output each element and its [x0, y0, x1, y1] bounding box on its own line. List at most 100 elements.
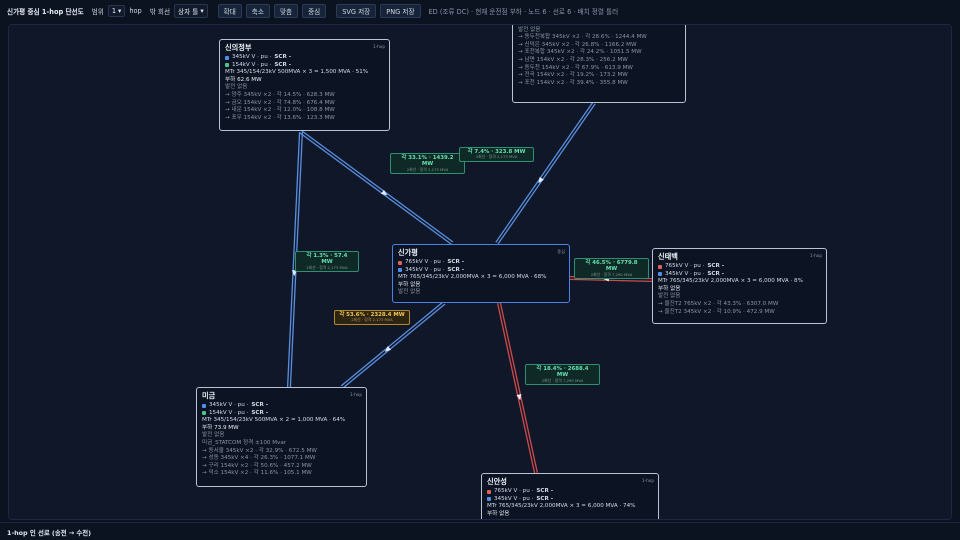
node-generation: 발전 없음 [225, 84, 248, 91]
voltage-swatch [658, 272, 662, 277]
voltage-swatch [202, 411, 206, 416]
edge-label-sintaebaek-center[interactable]: 각 46.5% · 6779.8 MW 2회선 · 정격 7,290 MVA [574, 258, 649, 280]
bus-scr: SCR - [274, 61, 292, 68]
edge-line-e-sintaebaek-center [569, 278, 652, 283]
node-name: 신가평 [398, 248, 418, 257]
node-name: 신의정부 [225, 43, 252, 52]
edge-label-migeum-center[interactable]: 각 53.6% · 2328.4 MW 2회선 · 정격 2,173 MVA [334, 310, 410, 325]
voltage-swatch [398, 268, 402, 273]
node-top-substation[interactable]: 부하 34.5 MW발전 없음→ 동두천복합 345kV ×2 · 각 28.6… [512, 25, 686, 103]
node-name: 신태백 [658, 252, 678, 261]
voltage-swatch [225, 63, 229, 68]
node-line-item: → 양주 345kV ×2 · 각 14.5% · 628.3 MW [225, 91, 335, 98]
chevron-down-icon: ▾ [200, 7, 204, 15]
voltage-swatch [487, 497, 491, 502]
node-bus-row: 765kV V · pu · SCR - [398, 259, 564, 267]
chevron-down-icon: ▾ [118, 7, 122, 15]
node-line-item: → 내운 154kV ×2 · 각 12.0% · 108.8 MW [225, 107, 335, 114]
edge-rating: 2회선 · 정격 7,290 MVA [541, 377, 584, 383]
node-load: 부하 없음 [398, 281, 421, 288]
node-line-item: → 울진T2 345kV ×2 · 각 10.9% · 472.9 MW [658, 308, 775, 315]
node-bus-row: 345kV V · pu · SCR - [225, 54, 384, 62]
page-title: 신가평 중심 1-hop 단선도 [7, 8, 84, 16]
node-line-item: → 포천 154kV ×2 · 각 39.4% · 355.8 MW [518, 79, 628, 86]
node-load: 부하 없음 [487, 510, 510, 517]
node-hop-badge: 1-hop [641, 478, 654, 483]
mode-select[interactable]: 상자 틀 ▾ [174, 4, 208, 18]
node-migeum[interactable]: 1-hop 미금 345kV V · pu · SCR -154kV V · pu … [196, 387, 367, 487]
bus-scr: SCR - [447, 259, 465, 265]
save-png-button[interactable]: PNG 저장 [380, 4, 421, 18]
node-line-item: → 성동 345kV ×4 · 각 26.3% · 1077.1 MW [202, 455, 316, 462]
node-hop-badge: 중심 [557, 249, 565, 254]
fit-button[interactable]: 맞춤 [273, 4, 299, 18]
save-svg-button[interactable]: SVG 저장 [336, 4, 377, 18]
bus-voltage: 765kV V · pu · [405, 259, 445, 265]
bus-voltage: 765kV V · pu · [494, 488, 534, 494]
bus-voltage: 345kV V · pu · [209, 402, 249, 408]
node-line-item: → 전곡 154kV ×2 · 각 19.2% · 173.2 MW [518, 72, 628, 79]
node-generation: 발전 없음 [658, 293, 681, 300]
edge-line-e-top-center [497, 103, 596, 245]
node-bus-row: 154kV V · pu · SCR - [225, 62, 384, 70]
node-transformer: MTr 345/154/23kV 500MVA × 3 = 1,500 MVA … [225, 69, 369, 76]
node-load: 부하 73.9 MW [202, 424, 239, 431]
node-load: 부하 없음 [658, 285, 681, 292]
diagram-canvas[interactable]: 1-hop 신의정부 345kV V · pu · SCR -154kV V · p… [8, 24, 952, 520]
edge-label-sinuijeongbu-migeum[interactable]: 각 1.3% · 57.4 MW 2회선 · 정격 2,173 MVA [295, 251, 359, 273]
edge-rating: 2회선 · 정격 2,173 MVA [475, 154, 518, 160]
node-hop-badge: 1-hop [372, 44, 385, 49]
node-line-item: → 남면 154kV ×2 · 각 28.3% · 256.2 MW [518, 56, 628, 63]
zoom-out-button[interactable]: 축소 [245, 4, 270, 18]
center-button[interactable]: 중심 [302, 4, 327, 18]
node-line-item: → 포우 154kV ×2 · 각 13.6% · 123.3 MW [225, 114, 335, 121]
node-bus-row: 345kV V · pu · SCR - [487, 496, 653, 504]
zoom-in-button[interactable]: 확대 [217, 4, 242, 18]
edge-flow-value: 각 46.5% · 6779.8 MW [585, 260, 638, 273]
edge-label-sinuijeongbu-center[interactable]: 각 33.1% · 1439.2 MW 2회선 · 정격 2,173 MVA [390, 153, 465, 175]
node-bus-row: 345kV V · pu · SCR - [658, 271, 821, 279]
bus-scr: SCR - [536, 495, 554, 502]
edge-label-top-center[interactable]: 각 7.4% · 323.8 MW 2회선 · 정격 2,173 MVA [459, 147, 534, 162]
edge-line-e-sinuijeongbu-center [301, 130, 454, 243]
edge-rating: 2회선 · 정격 2,173 MVA [306, 264, 348, 270]
bus-voltage: 154kV V · pu · [209, 409, 249, 416]
bus-voltage: 345kV V · pu · [665, 270, 705, 277]
edge-line-e-top-center [495, 101, 594, 243]
voltage-swatch [202, 403, 206, 408]
bus-scr: SCR - [251, 402, 269, 408]
node-statcom: 미금_STATCOM 정격 ±100 Mvar [202, 439, 287, 446]
bus-voltage: 345kV V · pu · [232, 54, 272, 60]
node-sinuijeongbu[interactable]: 1-hop 신의정부 345kV V · pu · SCR -154kV V · p… [219, 39, 390, 131]
range-label: 범위 [91, 8, 104, 16]
bus-scr: SCR - [536, 488, 554, 494]
edge-flow-value: 각 33.1% · 1439.2 MW [401, 155, 454, 168]
range-select[interactable]: 1 ▾ [107, 5, 126, 17]
edge-line-e-sinuijeongbu-center [299, 132, 452, 245]
bus-scr: SCR - [707, 263, 725, 269]
node-hop-badge: 1-hop [809, 253, 822, 258]
edge-line-e-sinanseong-center [499, 302, 539, 473]
bus-scr: SCR - [251, 409, 269, 416]
node-load: 부하 62.6 MW [225, 76, 262, 83]
node-transformer: MTr 765/345/23kV 2,000MVA × 3 = 6,000 MV… [658, 278, 803, 285]
edge-flow-value: 각 1.3% · 57.4 MW [306, 253, 348, 266]
edge-rating: 2회선 · 정격 2,173 MVA [351, 317, 393, 323]
edge-rating: 2회선 · 정격 2,173 MVA [406, 166, 449, 172]
status-info: ED (조류 DC) · 현재 운전점 부하 · 노드 6 · 선로 6 · 배… [428, 8, 619, 16]
edge-label-sinanseong-center[interactable]: 각 18.4% · 2688.4 MW 2회선 · 정격 7,290 MVA [525, 364, 600, 386]
voltage-swatch [398, 260, 402, 265]
voltage-swatch [225, 55, 229, 60]
voltage-swatch [658, 264, 662, 269]
bus-voltage: 345kV V · pu · [405, 266, 445, 273]
node-sinanseong[interactable]: 1-hop 신안성 765kV V · pu · SCR -345kV V · pu… [481, 473, 659, 519]
node-hop-badge: 1-hop [349, 392, 362, 397]
node-bus-row: 765kV V · pu · SCR - [658, 263, 821, 271]
bus-voltage: 765kV V · pu · [665, 263, 705, 269]
node-sintaebaek[interactable]: 1-hop 신태백 765kV V · pu · SCR -345kV V · pu… [652, 248, 827, 324]
node-transformer: MTr 345/154/23kV 500MVA × 2 = 1,000 MVA … [202, 417, 346, 424]
node-line-item: → 울진T2 765kV ×2 · 각 43.3% · 6307.0 MW [658, 300, 779, 307]
node-singapyeong[interactable]: 중심 신가평 765kV V · pu · SCR -345kV V · pu · … [392, 244, 570, 303]
node-transformer: MTr 765/345/23kV 2,000MVA × 3 = 6,000 MV… [487, 503, 636, 510]
node-bus-row: 154kV V · pu · SCR - [202, 410, 361, 418]
